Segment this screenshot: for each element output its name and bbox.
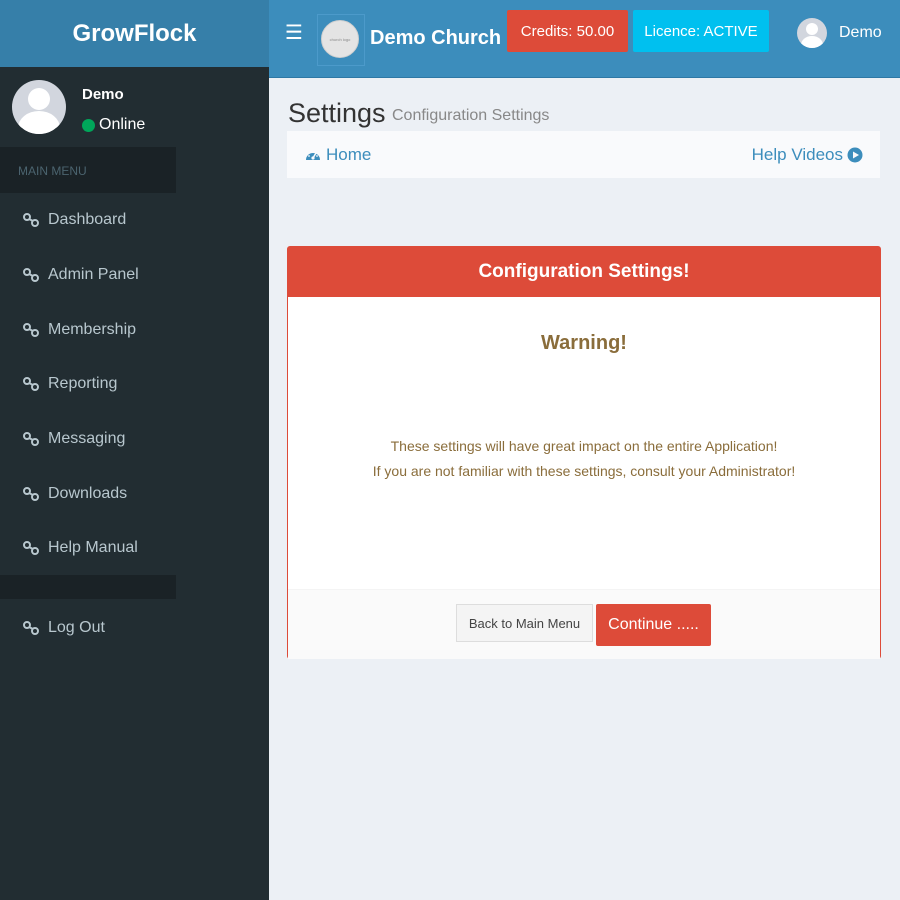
warning-message-line-1: These settings will have great impact on… [390,438,778,454]
warning-message-line-2: If you are not familiar with these setti… [372,463,796,479]
warning-title: Warning! [541,332,627,354]
help-videos-label: Help Videos [751,145,843,164]
sidebar-item-label: Help Manual [48,539,138,557]
help-videos-link[interactable]: Help Videos [752,145,863,165]
sidebar-item-label: Dashboard [48,211,127,229]
sidebar: Demo Online MAIN MENU Dashboard Admin Pan… [0,67,269,900]
sidebar-item-label: Messaging [48,430,126,448]
continue-button[interactable]: Continue ..... [596,604,711,646]
online-status-icon [82,118,95,132]
sidebar-item-label: Reporting [48,375,118,393]
user-menu[interactable]: Demo [797,18,882,48]
link-icon [23,213,39,228]
page-title: Settings [288,98,386,128]
user-panel: Demo Online [0,67,269,147]
user-status: Online [82,116,145,134]
sidebar-item-reporting[interactable]: Reporting [0,357,269,412]
sidebar-item-label: Log Out [48,618,105,636]
link-icon [23,268,39,283]
sidebar-item-logout[interactable]: Log Out [0,600,269,655]
box-title: Configuration Settings! [288,247,880,297]
back-to-main-menu-button[interactable]: Back to Main Menu [456,604,593,642]
link-icon [23,620,39,635]
breadcrumb-home-link[interactable]: Home [304,145,371,165]
church-name[interactable]: Demo Church [370,27,501,50]
credits-badge[interactable]: Credits: 50.00 [507,10,628,52]
link-icon [23,432,39,447]
user-avatar-icon [12,80,66,134]
top-navbar: ☰ church logo Demo Church Credits: 50.00… [269,0,900,78]
sidebar-item-label: Admin Panel [48,266,139,284]
sidebar-item-help-manual[interactable]: Help Manual [0,521,269,576]
dashboard-icon [306,151,320,160]
user-status-label: Online [99,116,146,133]
link-icon [23,541,39,556]
box-footer: Back to Main Menu Continue ..... [288,589,880,659]
breadcrumb-home-label: Home [326,145,372,164]
play-circle-icon [847,147,863,163]
sidebar-item-dashboard[interactable]: Dashboard [0,193,269,248]
sidebar-menu: Dashboard Admin Panel Membership Reporting M… [0,193,269,576]
menu-divider [0,575,176,599]
sidebar-item-label: Membership [48,320,137,338]
link-icon [23,322,39,337]
menu-header: MAIN MENU [0,147,176,193]
sidebar-user-name: Demo [82,86,124,103]
licence-badge[interactable]: Licence: ACTIVE [633,10,769,52]
menu-toggle-icon[interactable]: ☰ [285,20,303,45]
sidebar-item-downloads[interactable]: Downloads [0,466,269,521]
sidebar-item-membership[interactable]: Membership [0,302,269,357]
box-body: Warning! These settings will have great … [288,297,880,589]
sidebar-item-messaging[interactable]: Messaging [0,412,269,467]
configuration-box: Configuration Settings! Warning! These s… [287,246,881,659]
brand-logo[interactable]: GrowFlock [0,0,269,67]
sidebar-item-admin-panel[interactable]: Admin Panel [0,248,269,303]
link-icon [23,486,39,501]
user-avatar-icon [797,18,827,48]
church-logo: church logo [321,20,359,58]
page-subtitle: Configuration Settings [392,107,550,124]
user-menu-name: Demo [839,24,882,41]
breadcrumb: Home Help Videos [287,131,880,178]
link-icon [23,377,39,392]
sidebar-item-label: Downloads [48,484,128,502]
